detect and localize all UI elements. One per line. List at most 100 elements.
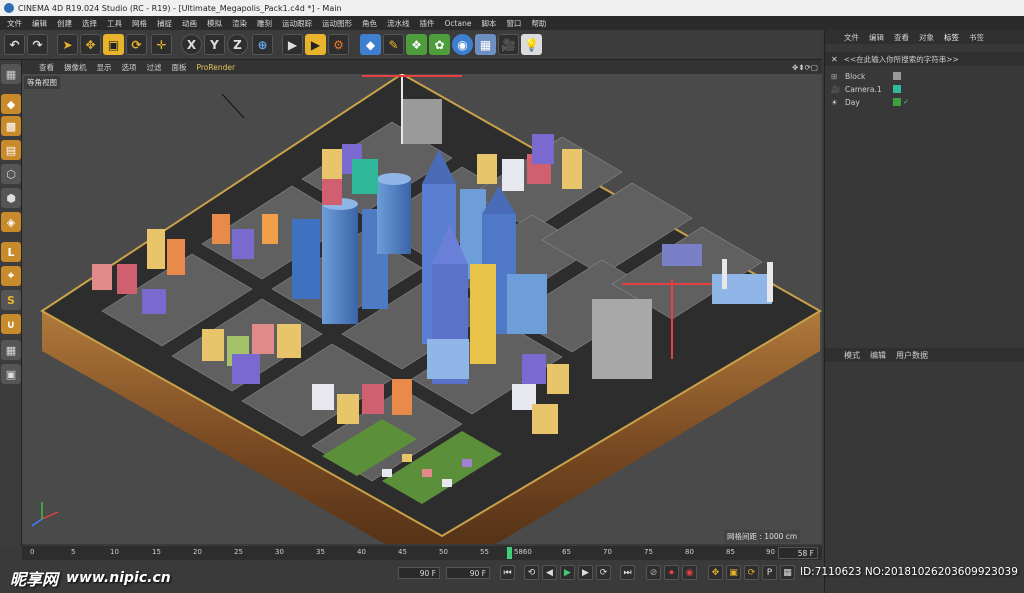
render-icon[interactable]: ▶: [305, 34, 326, 55]
magnet-icon[interactable]: ∪: [1, 314, 21, 334]
tab-objects[interactable]: 对象: [914, 32, 939, 43]
floor-icon[interactable]: ▦: [475, 34, 496, 55]
y-axis-icon[interactable]: Y: [204, 34, 225, 55]
tab-edit[interactable]: 编辑: [864, 32, 889, 43]
menu-select[interactable]: 选择: [77, 18, 102, 29]
object-row-day[interactable]: ☀ Day ✓: [831, 96, 1021, 108]
viewport[interactable]: [22, 74, 822, 544]
menu-animate[interactable]: 动画: [177, 18, 202, 29]
tab-attr-edit[interactable]: 编辑: [865, 350, 891, 361]
render-settings-icon[interactable]: ⚙: [328, 34, 349, 55]
menu-create[interactable]: 创建: [52, 18, 77, 29]
undo-icon[interactable]: ↶: [4, 34, 25, 55]
current-frame-field[interactable]: 58 F: [778, 547, 818, 559]
menu-simulate[interactable]: 模拟: [202, 18, 227, 29]
menu-mograph[interactable]: 运动图形: [317, 18, 357, 29]
viewport-menu-cameras[interactable]: 摄像机: [59, 62, 92, 73]
record-active-icon[interactable]: ⏺: [664, 565, 679, 580]
polygons-mode-icon[interactable]: ◈: [1, 212, 21, 232]
menu-help[interactable]: 帮助: [526, 18, 551, 29]
key-position-icon[interactable]: ✥: [708, 565, 723, 580]
workplane-icon[interactable]: ▤: [1, 140, 21, 160]
axis-mode-icon[interactable]: L: [1, 242, 21, 262]
redo-icon[interactable]: ↷: [27, 34, 48, 55]
texture-mode-icon[interactable]: ▩: [1, 116, 21, 136]
key-scale-icon[interactable]: ▣: [726, 565, 741, 580]
end-frame-field[interactable]: 90 F: [446, 567, 490, 579]
key-parameter-icon[interactable]: P: [762, 565, 777, 580]
object-row-camera[interactable]: 🎥 Camera.1: [831, 83, 1021, 95]
object-row-block[interactable]: ⊞ Block: [831, 70, 1021, 82]
menu-tools[interactable]: 工具: [102, 18, 127, 29]
workplane-grid-icon[interactable]: ▦: [1, 340, 21, 360]
model-mode-icon[interactable]: ◆: [1, 94, 21, 114]
viewport-menu-filter[interactable]: 过滤: [142, 62, 167, 73]
tab-mode[interactable]: 模式: [839, 350, 865, 361]
close-search-icon[interactable]: ✕: [825, 55, 844, 64]
camera-icon[interactable]: 🎥: [498, 34, 519, 55]
menu-motion-tracking[interactable]: 运动跟踪: [277, 18, 317, 29]
next-frame-icon[interactable]: ▶: [578, 565, 593, 580]
viewport-menu-prorender[interactable]: ProRender: [192, 63, 241, 72]
menu-script[interactable]: 脚本: [476, 18, 501, 29]
object-name: Camera.1: [845, 84, 882, 94]
go-to-end-icon[interactable]: ⏭: [620, 565, 635, 580]
timeline-ruler[interactable]: 0 5 10 15 20 25 30 35 40 45 50 55 5860 6…: [22, 546, 822, 560]
menu-mesh[interactable]: 网格: [127, 18, 152, 29]
transform-icon[interactable]: ✛: [151, 34, 172, 55]
light-direction: [221, 93, 245, 119]
search-input[interactable]: <<在此输入你所搜索的字符串>>: [844, 54, 959, 65]
scale-icon[interactable]: ▣: [103, 34, 124, 55]
menu-octane[interactable]: Octane: [440, 19, 477, 28]
render-view-icon[interactable]: ▶: [282, 34, 303, 55]
coordinate-icon[interactable]: ⊕: [252, 34, 273, 55]
light-icon[interactable]: 💡: [521, 34, 542, 55]
go-to-start-icon[interactable]: ⏮: [500, 565, 515, 580]
record-keys-icon[interactable]: ⊘: [646, 565, 661, 580]
viewport-menu-display[interactable]: 显示: [92, 62, 117, 73]
pen-icon[interactable]: ✎: [383, 34, 404, 55]
tab-tags[interactable]: 标签: [939, 32, 964, 43]
tab-user-data[interactable]: 用户数据: [891, 350, 933, 361]
viewport-menu-panel[interactable]: 面板: [167, 62, 192, 73]
tab-view[interactable]: 查看: [889, 32, 914, 43]
make-editable-icon[interactable]: ▦: [1, 64, 21, 84]
viewport-menu-view[interactable]: 查看: [34, 62, 59, 73]
key-pla-icon[interactable]: ▦: [780, 565, 795, 580]
tick-5860: 5860: [514, 548, 532, 556]
subdivision-icon[interactable]: ❖: [406, 34, 427, 55]
camera-object-icon: 🎥: [831, 84, 841, 94]
tab-bookmarks[interactable]: 书签: [964, 32, 989, 43]
tab-file[interactable]: 文件: [839, 32, 864, 43]
tweak-mode-icon[interactable]: ⌖: [1, 266, 21, 286]
rotate-icon[interactable]: ⟳: [126, 34, 147, 55]
viewport-menu-options[interactable]: 选项: [117, 62, 142, 73]
cloner-icon[interactable]: ✿: [429, 34, 450, 55]
key-rotation-icon[interactable]: ⟳: [744, 565, 759, 580]
edges-mode-icon[interactable]: ⬢: [1, 188, 21, 208]
points-mode-icon[interactable]: ⬡: [1, 164, 21, 184]
menu-render[interactable]: 渲染: [227, 18, 252, 29]
menu-sculpt[interactable]: 雕刻: [252, 18, 277, 29]
x-axis-icon[interactable]: X: [181, 34, 202, 55]
lock-workplane-icon[interactable]: ▣: [1, 364, 21, 384]
menu-plugins[interactable]: 插件: [415, 18, 440, 29]
select-icon[interactable]: ➤: [57, 34, 78, 55]
viewport-nav-icon[interactable]: ✥⬍⟳▢: [787, 63, 822, 72]
next-key-icon[interactable]: ⟳: [596, 565, 611, 580]
menu-file[interactable]: 文件: [2, 18, 27, 29]
menu-snap[interactable]: 捕捉: [152, 18, 177, 29]
snap-icon[interactable]: S: [1, 290, 21, 310]
menu-edit[interactable]: 编辑: [27, 18, 52, 29]
menu-window[interactable]: 窗口: [501, 18, 526, 29]
move-icon[interactable]: ✥: [80, 34, 101, 55]
deformer-icon[interactable]: ◉: [452, 34, 473, 55]
previous-frame-icon[interactable]: ◀: [542, 565, 557, 580]
autokey-icon[interactable]: ◉: [682, 565, 697, 580]
play-icon[interactable]: ▶: [560, 565, 575, 580]
menu-pipeline[interactable]: 流水线: [382, 18, 415, 29]
previous-key-icon[interactable]: ⟲: [524, 565, 539, 580]
menu-character[interactable]: 角色: [357, 18, 382, 29]
cube-icon[interactable]: ◆: [360, 34, 381, 55]
z-axis-icon[interactable]: Z: [227, 34, 248, 55]
